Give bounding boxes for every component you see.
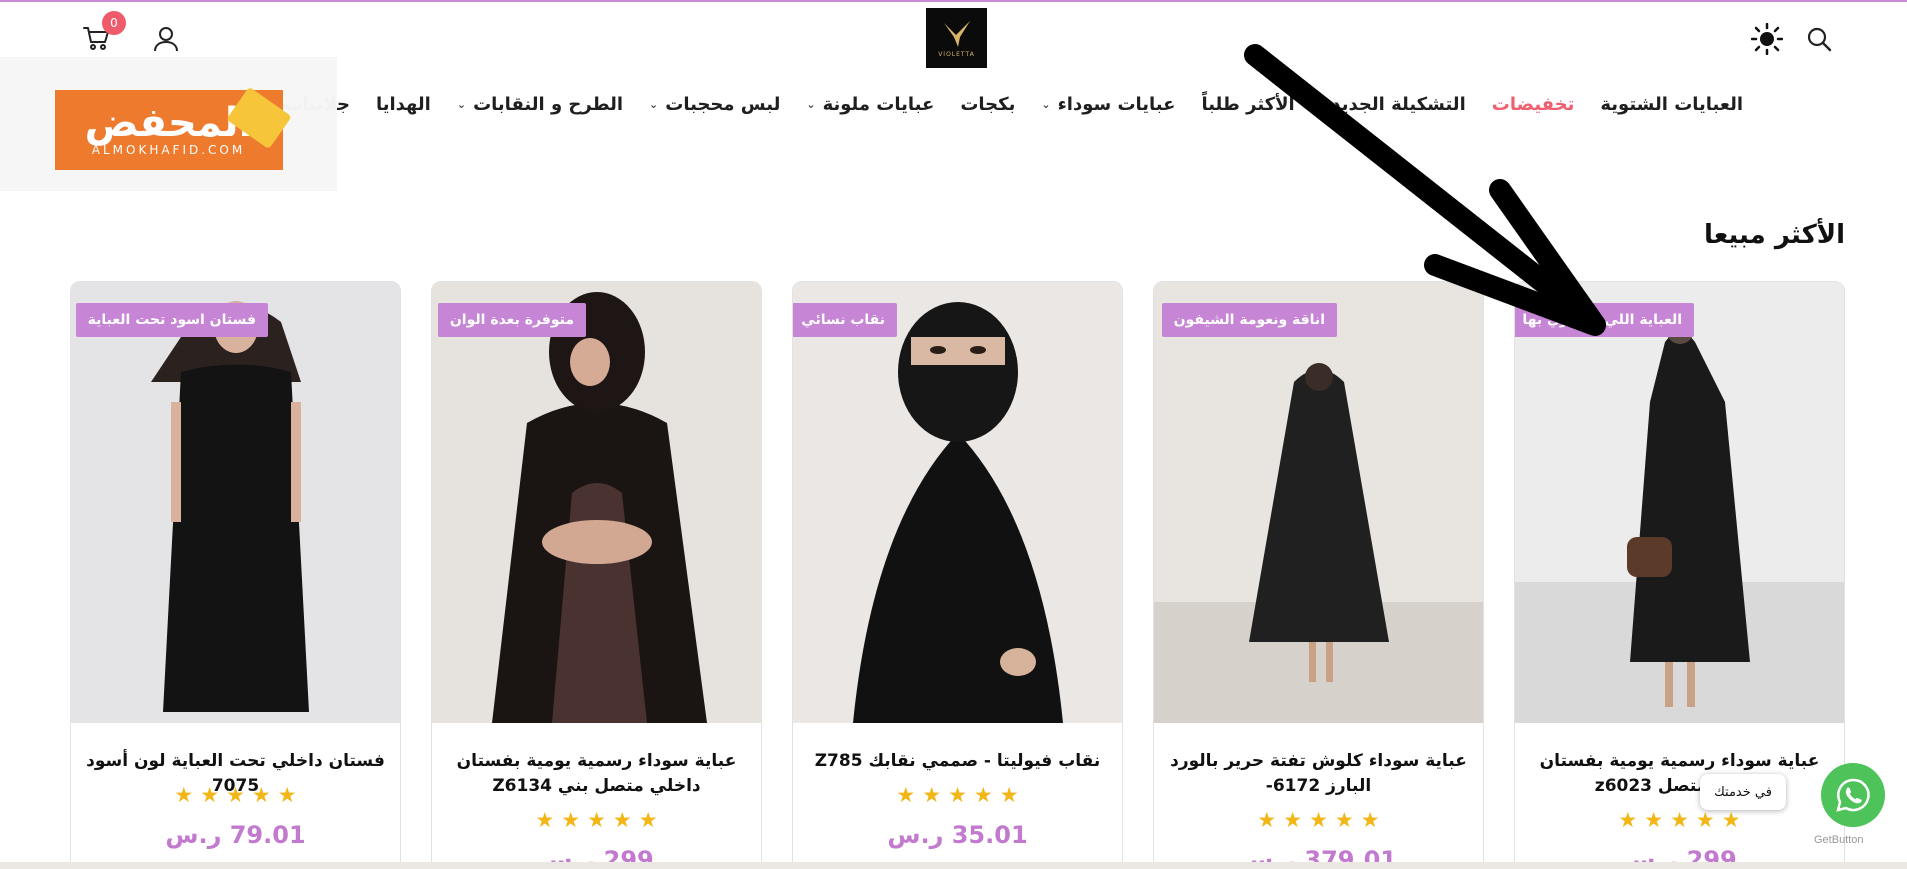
top-accent-line — [0, 0, 1907, 2]
chevron-down-icon: ⌄ — [456, 97, 467, 111]
product-image[interactable] — [1515, 282, 1844, 723]
whatsapp-bubble[interactable]: في خدمتك — [1700, 774, 1786, 810]
section-title: الأكثر مبيعا — [1704, 220, 1845, 250]
nav-item[interactable]: التشكيلة الجديدة — [1321, 94, 1466, 115]
product-badge: اناقة ونعومة الشيفون — [1161, 303, 1337, 337]
star-icon: ★ — [1334, 808, 1354, 832]
nav-item-label: الهدايا — [375, 93, 431, 115]
product-title[interactable]: عباية سوداء رسمية يومية بفستان داخلي متص… — [444, 749, 749, 799]
rating-stars: ★ ★ ★ ★ ★ — [71, 783, 400, 807]
star-icon: ★ — [973, 783, 993, 807]
product-badge: نقاب نسائي — [793, 303, 897, 337]
watermark-overlay: المحفض ALMOKHAFID.COM — [0, 57, 337, 191]
star-icon: ★ — [1257, 808, 1277, 832]
star-icon: ★ — [896, 783, 916, 807]
star-icon: ★ — [1283, 808, 1303, 832]
product-card[interactable]: اناقة ونعومة الشيفون عباية سوداء كلوش تف… — [1153, 281, 1484, 869]
watermark-logo: المحفض ALMOKHAFID.COM — [54, 86, 292, 170]
nav-item[interactable]: الطرح و النقابات ⌄ — [457, 94, 623, 115]
bird-logo-icon — [943, 20, 970, 47]
nav-item-label: بكجات — [960, 93, 1016, 115]
nav-item-label: الأكثر طلباً — [1201, 93, 1295, 115]
theme-toggle[interactable] — [1750, 22, 1784, 56]
product-card[interactable]: متوفرة بعدة الوان عباية سوداء رسمية يومي… — [431, 281, 762, 869]
star-icon: ★ — [226, 783, 245, 807]
product-title[interactable]: نقاب فيوليتا - صممي نقابك Z785 — [805, 749, 1110, 774]
watermark-english: ALMOKHAFID.COM — [91, 143, 246, 157]
nav-item-label: لبس محجبات — [665, 93, 781, 115]
whatsapp-icon — [1836, 778, 1870, 812]
main-navigation: العبايات الشتوية تخفيضات التشكيلة الجديدة ا… — [196, 92, 1743, 116]
nav-item-label: الطرح و النقابات — [473, 93, 624, 115]
sun-icon — [1751, 23, 1783, 55]
product-badge: متوفرة بعدة الوان — [437, 303, 586, 337]
search-button[interactable] — [1802, 22, 1836, 56]
chevron-down-icon: ⌄ — [1041, 97, 1051, 111]
star-icon: ★ — [1644, 808, 1664, 832]
chevron-down-icon: ⌄ — [649, 97, 659, 111]
product-title[interactable]: عباية سوداء كلوش تفتة حرير بالورد البارز… — [1166, 749, 1471, 799]
nav-item[interactable]: عبايات ملونة ⌄ — [806, 94, 934, 115]
star-icon: ★ — [174, 783, 194, 807]
rating-stars: ★ ★ ★ ★ ★ — [432, 808, 761, 832]
star-icon: ★ — [277, 783, 297, 807]
chevron-down-icon: ⌄ — [806, 97, 816, 111]
product-card[interactable]: العباية اللي تفتخري بها عباية سوداء رسمي… — [1514, 281, 1845, 869]
rating-stars: ★ ★ ★ ★ ★ — [1515, 808, 1844, 832]
site-logo[interactable]: VIOLETTA — [926, 8, 987, 68]
star-icon: ★ — [535, 808, 555, 832]
nav-item[interactable]: الأكثر طلباً — [1201, 94, 1294, 115]
nav-item-label: عبايات ملونة — [822, 93, 935, 115]
nav-item[interactable]: تخفيضات — [1492, 94, 1575, 115]
logo-text: VIOLETTA — [938, 50, 975, 58]
star-icon: ★ — [561, 808, 581, 832]
rating-stars: ★ ★ ★ ★ ★ — [793, 783, 1122, 807]
star-icon: ★ — [922, 783, 942, 807]
nav-item-label: عبايات سوداء — [1057, 93, 1176, 115]
search-icon — [1807, 27, 1832, 52]
star-icon: ★ — [999, 783, 1019, 807]
product-price: 79.01 ر.س — [165, 821, 306, 849]
product-card[interactable]: نقاب نسائي نقاب فيوليتا - صممي نقابك Z78… — [792, 281, 1123, 869]
nav-item[interactable]: لبس محجبات ⌄ — [649, 94, 780, 115]
product-price: 35.01 ر.س — [887, 821, 1028, 849]
nav-item-label: العبايات الشتوية — [1600, 93, 1743, 115]
nav-item[interactable]: العبايات الشتوية — [1600, 94, 1743, 115]
product-image[interactable] — [71, 282, 400, 723]
nav-item[interactable]: عبايات سوداء ⌄ — [1041, 94, 1175, 115]
cart-count-badge: 0 — [102, 11, 126, 35]
star-icon: ★ — [1360, 808, 1380, 832]
rating-stars: ★ ★ ★ ★ ★ — [1154, 808, 1483, 832]
product-image[interactable] — [432, 282, 761, 723]
nav-item[interactable]: الهدايا — [376, 94, 431, 115]
star-icon: ★ — [1670, 808, 1689, 832]
product-title[interactable]: عباية سوداء رسمية يومية بفستان داخلي متص… — [1527, 749, 1832, 799]
getbutton-credit[interactable]: GetButton — [1814, 834, 1864, 846]
star-icon: ★ — [638, 808, 658, 832]
product-badge: العباية اللي تفتخري بها — [1515, 303, 1694, 337]
bottom-strip — [0, 862, 1907, 869]
star-icon: ★ — [1618, 808, 1638, 832]
whatsapp-button[interactable] — [1821, 763, 1885, 827]
star-icon: ★ — [1721, 808, 1741, 832]
star-icon: ★ — [948, 783, 967, 807]
watermark-arabic: المحفض — [84, 100, 253, 146]
account-button[interactable] — [150, 22, 182, 56]
star-icon: ★ — [1309, 808, 1328, 832]
star-icon: ★ — [1695, 808, 1715, 832]
nav-item[interactable]: بكجات — [960, 94, 1015, 115]
nav-item-label: تخفيضات — [1491, 93, 1575, 115]
user-icon — [154, 27, 178, 52]
nav-item-label: التشكيلة الجديدة — [1320, 93, 1466, 115]
product-image[interactable] — [1154, 282, 1483, 723]
star-icon: ★ — [612, 808, 632, 832]
star-icon: ★ — [200, 783, 220, 807]
product-badge: فستان اسود تحت العباية — [75, 303, 268, 337]
star-icon: ★ — [251, 783, 271, 807]
star-icon: ★ — [587, 808, 606, 832]
product-image[interactable] — [793, 282, 1122, 723]
product-card[interactable]: فستان اسود تحت العباية فستان داخلي تحت ا… — [70, 281, 401, 869]
